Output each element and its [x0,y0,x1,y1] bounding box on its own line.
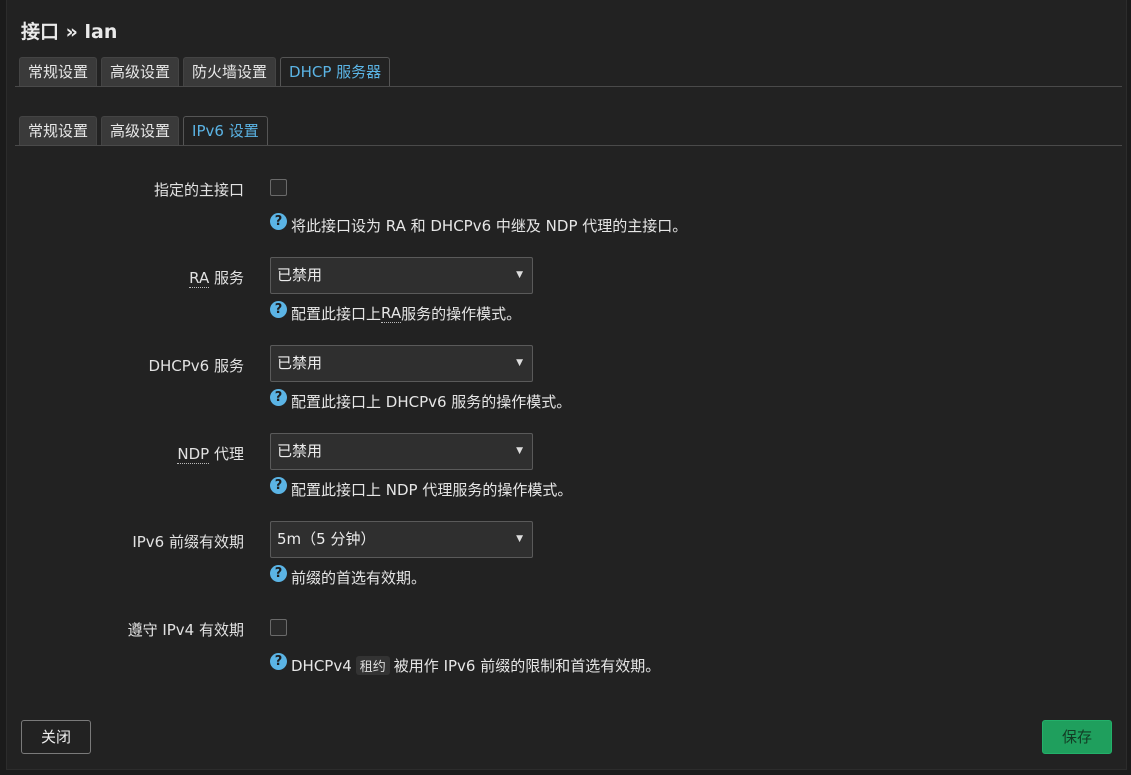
help-icon: ? [270,477,287,494]
prefix-lifetime-help-text: 前缀的首选有效期。 [291,569,427,587]
dhcpv6-help-text: 配置此接口上 DHCPv6 服务的操作模式。 [291,393,572,411]
master-checkbox[interactable] [270,179,287,196]
ra-select-value: 已禁用 [277,266,323,284]
master-label: 指定的主接口 [153,181,244,199]
close-button[interactable]: 关闭 [21,720,91,754]
ipv4-lifetime-help: ? DHCPv4 租约 被用作 IPv6 前缀的限制和首选有效期。 [270,653,661,676]
ra-abbr: RA [189,269,210,288]
ra-select[interactable]: 已禁用 ▼ [270,257,533,294]
ndp-label-rest: 代理 [209,445,244,463]
help-icon: ? [270,213,287,230]
prefix-lifetime-value: 5m（5 分钟） [277,530,376,548]
modal-title: 接口 » lan [21,21,118,43]
save-button[interactable]: 保存 [1042,720,1112,754]
sub-tabs: 常规设置 高级设置 IPv6 设置 [19,116,268,145]
chevron-down-icon: ▼ [516,446,523,456]
tab-firewall[interactable]: 防火墙设置 [183,57,277,86]
chevron-down-icon: ▼ [516,270,523,280]
dhcpv6-select-value: 已禁用 [277,354,323,372]
ipv4-lifetime-label: 遵守 IPv4 有效期 [127,621,244,639]
ra-label: RA 服务 [189,267,244,288]
prefix-lifetime-label: IPv6 前缀有效期 [132,533,244,551]
lease-code: 租约 [355,656,390,675]
master-help: ? 将此接口设为 RA 和 DHCPv6 中继及 NDP 代理的主接口。 [270,213,688,236]
chevron-down-icon: ▼ [516,534,523,544]
ipv4-help-post: 被用作 IPv6 前缀的限制和首选有效期。 [393,657,661,675]
prefix-lifetime-help: ? 前缀的首选有效期。 [270,565,427,588]
ra-help-abbr: RA [381,304,402,323]
subtab-advanced[interactable]: 高级设置 [101,116,180,145]
ndp-help: ? 配置此接口上 NDP 代理服务的操作模式。 [270,477,573,500]
help-icon: ? [270,565,287,582]
interface-modal: 接口 » lan 常规设置 高级设置 防火墙设置 DHCP 服务器 常规设置 高… [6,0,1127,770]
ndp-abbr: NDP [177,445,210,464]
ipv4-help-pre: DHCPv4 [291,656,352,675]
tab-divider [15,86,1122,87]
subtab-general[interactable]: 常规设置 [19,116,98,145]
ndp-select[interactable]: 已禁用 ▼ [270,433,533,470]
help-icon: ? [270,653,287,670]
ndp-select-value: 已禁用 [277,442,323,460]
ra-help: ? 配置此接口上 RA 服务的操作模式。 [270,301,522,324]
help-icon: ? [270,301,287,318]
ipv4-lifetime-checkbox[interactable] [270,619,287,636]
help-icon: ? [270,389,287,406]
subtab-ipv6[interactable]: IPv6 设置 [183,116,268,145]
dhcpv6-help: ? 配置此接口上 DHCPv6 服务的操作模式。 [270,389,572,412]
dhcpv6-label: DHCPv6 服务 [148,357,244,375]
master-help-text: 将此接口设为 RA 和 DHCPv6 中继及 NDP 代理的主接口。 [291,217,688,235]
ra-help-pre: 配置此接口上 [291,305,382,323]
ndp-help-text: 配置此接口上 NDP 代理服务的操作模式。 [291,481,573,499]
ra-help-post: 服务的操作模式。 [401,305,522,323]
tab-dhcp-server[interactable]: DHCP 服务器 [280,57,391,86]
ndp-label: NDP 代理 [177,443,244,464]
chevron-down-icon: ▼ [516,358,523,368]
subtab-divider [15,145,1122,146]
tab-general[interactable]: 常规设置 [19,57,98,86]
ra-label-rest: 服务 [209,269,244,287]
dhcpv6-select[interactable]: 已禁用 ▼ [270,345,533,382]
tab-advanced[interactable]: 高级设置 [101,57,180,86]
prefix-lifetime-select[interactable]: 5m（5 分钟） ▼ [270,521,533,558]
main-tabs: 常规设置 高级设置 防火墙设置 DHCP 服务器 [19,57,391,86]
